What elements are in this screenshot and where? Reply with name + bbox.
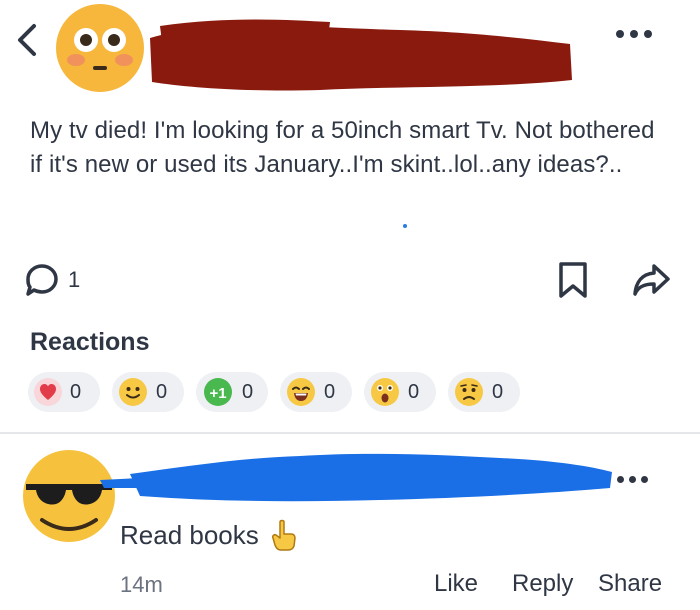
reaction-count: 0 xyxy=(70,380,82,403)
stray-dot xyxy=(403,224,407,228)
reactions-heading: Reactions xyxy=(30,328,150,356)
more-dot-icon xyxy=(616,30,624,38)
reaction-count: 0 xyxy=(156,380,168,403)
like-button[interactable]: Like xyxy=(434,570,478,598)
reply-button[interactable]: Reply xyxy=(512,570,573,598)
comment-body: Read books xyxy=(120,518,299,552)
redacted-username xyxy=(150,19,572,91)
wow-icon xyxy=(371,378,399,406)
reaction-sad[interactable]: 0 xyxy=(448,372,520,412)
comment-count: 1 xyxy=(68,267,81,292)
plus-one-icon: +1 xyxy=(204,378,232,406)
redacted-commenter-name xyxy=(100,453,612,502)
reaction-count: 0 xyxy=(242,380,254,403)
comment-button[interactable]: 1 xyxy=(24,262,80,298)
more-dot-icon xyxy=(630,30,638,38)
comment-timestamp: 14m xyxy=(120,572,163,597)
post-text: My tv died! I'm looking for a 50inch sma… xyxy=(30,117,655,178)
section-divider xyxy=(0,432,700,434)
laugh-icon xyxy=(287,378,315,406)
more-dot-icon xyxy=(629,476,636,483)
smile-icon xyxy=(119,378,147,406)
reaction-count: 0 xyxy=(408,380,420,403)
comment-bubble-icon xyxy=(26,264,58,296)
flushed-face-avatar[interactable] xyxy=(52,0,148,96)
post-more-options[interactable] xyxy=(616,30,652,38)
reaction-smile[interactable]: 0 xyxy=(112,372,184,412)
reaction-heart[interactable]: 0 xyxy=(28,372,100,412)
reaction-laugh[interactable]: 0 xyxy=(280,372,352,412)
heart-icon xyxy=(34,378,62,406)
reaction-wow[interactable]: 0 xyxy=(364,372,436,412)
plus-one-label: +1 xyxy=(209,385,226,402)
reaction-plus-one[interactable]: +1 0 xyxy=(196,372,268,412)
reaction-count: 0 xyxy=(324,380,336,403)
sad-icon xyxy=(455,378,483,406)
comment-more-options[interactable] xyxy=(617,476,648,483)
reaction-row: 0 0 +1 0 0 0 0 xyxy=(28,372,520,412)
share-button[interactable]: Share xyxy=(598,570,662,598)
bookmark-icon[interactable] xyxy=(556,260,590,300)
more-dot-icon xyxy=(617,476,624,483)
more-dot-icon xyxy=(641,476,648,483)
comment-text: Read books xyxy=(120,519,259,550)
more-dot-icon xyxy=(644,30,652,38)
share-arrow-icon[interactable] xyxy=(632,262,672,298)
reaction-count: 0 xyxy=(492,380,504,403)
pointing-up-hand-icon xyxy=(271,519,296,551)
back-arrow-icon[interactable] xyxy=(12,20,42,60)
